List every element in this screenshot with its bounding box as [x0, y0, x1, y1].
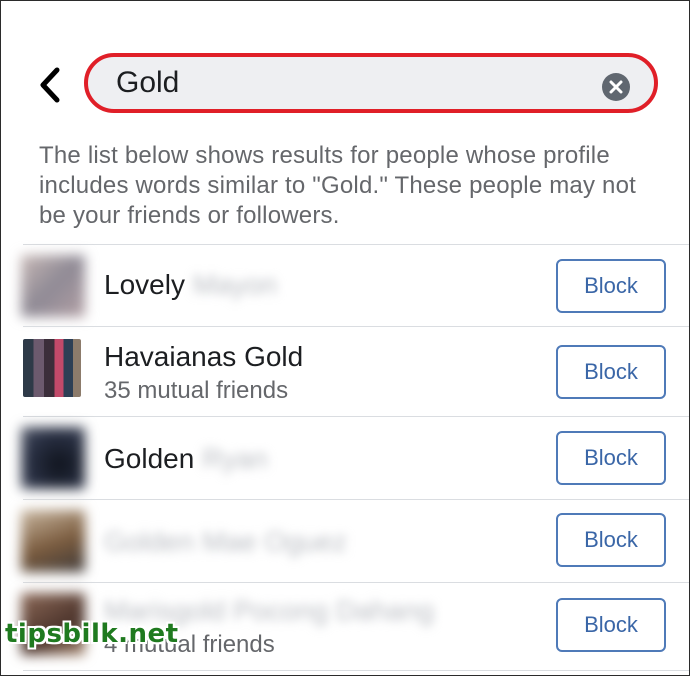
back-button[interactable]	[33, 65, 69, 105]
result-row: Havaianas Gold 35 mutual friends Block	[1, 327, 689, 416]
result-name[interactable]: Havaianas Gold	[104, 341, 303, 373]
result-name[interactable]: Golden Mae Oguez	[104, 526, 347, 558]
divider	[23, 670, 689, 671]
chevron-left-icon	[40, 67, 60, 103]
block-search-screen: The list below shows results for people …	[0, 0, 690, 676]
search-header	[1, 1, 689, 131]
hidden-surname: Mayon	[192, 269, 277, 300]
block-button[interactable]: Block	[556, 513, 666, 567]
block-button[interactable]: Block	[556, 345, 666, 399]
hidden-surname: Ryan	[202, 443, 268, 474]
clear-circle-icon	[609, 80, 623, 94]
search-results-notice: The list below shows results for people …	[39, 142, 637, 229]
block-button[interactable]: Block	[556, 598, 666, 652]
search-input[interactable]	[116, 63, 596, 103]
avatar[interactable]	[21, 427, 85, 489]
result-row: Golden Mae Oguez Block	[1, 500, 689, 582]
avatar[interactable]	[21, 255, 85, 317]
search-bar	[84, 53, 658, 113]
avatar[interactable]	[21, 510, 85, 572]
block-button[interactable]: Block	[556, 259, 666, 313]
mutual-friends: 35 mutual friends	[104, 377, 289, 404]
block-button[interactable]: Block	[556, 431, 666, 485]
result-row: Golden Ryan Block	[1, 417, 689, 499]
avatar[interactable]	[23, 339, 81, 397]
clear-search-button[interactable]	[602, 73, 630, 101]
result-name[interactable]: Lovely Mayon	[104, 269, 277, 301]
result-name[interactable]: Golden Ryan	[104, 443, 268, 475]
watermark: tipsbilk.net	[5, 619, 179, 649]
result-row: Lovely Mayon Block	[1, 245, 689, 326]
